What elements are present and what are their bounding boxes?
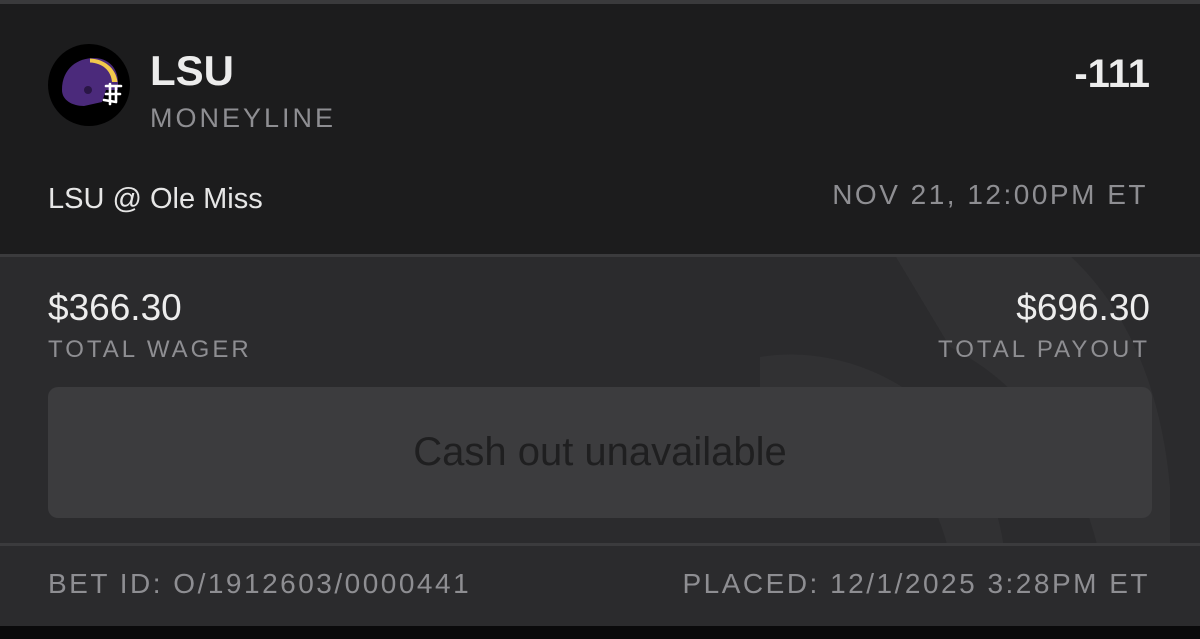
cash-out-button[interactable]: Cash out unavailable bbox=[48, 387, 1152, 518]
game-time: NOV 21, 12:00PM ET bbox=[832, 179, 1148, 210]
placed-timestamp: PLACED: 12/1/2025 3:28PM ET bbox=[682, 568, 1150, 599]
bet-ticket: LSU MONEYLINE -111 LSU @ Ole Miss NOV 21… bbox=[0, 0, 1200, 639]
odds-value: -111 bbox=[1074, 52, 1150, 96]
total-wager-label: TOTAL WAGER bbox=[48, 336, 252, 363]
bet-type-label: MONEYLINE bbox=[150, 103, 337, 133]
total-payout-label: TOTAL PAYOUT bbox=[937, 336, 1150, 363]
matchup-label: LSU @ Ole Miss bbox=[48, 183, 263, 215]
bottom-edge bbox=[0, 626, 1200, 639]
selection-header: LSU MONEYLINE -111 LSU @ Ole Miss NOV 21… bbox=[0, 4, 1200, 254]
team-logo bbox=[48, 44, 130, 126]
bet-id: BET ID: O/1912603/0000441 bbox=[48, 568, 472, 599]
wager-section: $366.30 TOTAL WAGER $696.30 TOTAL PAYOUT… bbox=[0, 257, 1200, 543]
lsu-helmet-icon bbox=[62, 58, 123, 106]
team-name: LSU bbox=[150, 47, 234, 94]
cash-out-label: Cash out unavailable bbox=[413, 430, 787, 474]
total-payout-amount: $696.30 bbox=[1016, 287, 1150, 328]
total-wager-amount: $366.30 bbox=[48, 287, 182, 328]
ticket-footer: BET ID: O/1912603/0000441 PLACED: 12/1/2… bbox=[0, 546, 1200, 626]
